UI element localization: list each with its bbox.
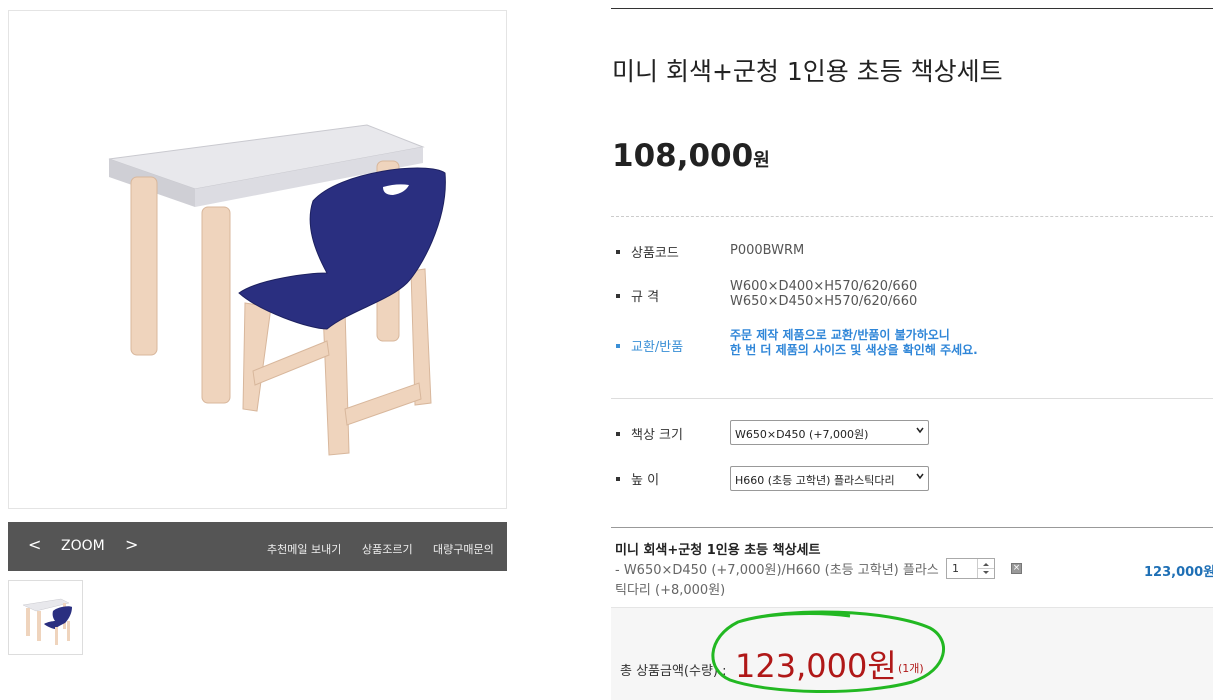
price-number: 108,000 — [612, 138, 754, 174]
bullet-icon — [616, 249, 620, 254]
increase-icon — [983, 563, 989, 566]
price-divider — [611, 216, 1213, 217]
quantity-value: 1 — [952, 562, 959, 575]
main-product-image[interactable] — [8, 10, 507, 509]
spec-value-1: W600×D400×H570/620/660 — [730, 279, 918, 294]
spec-label: 규 격 — [616, 286, 659, 305]
decrease-icon — [983, 571, 989, 574]
thumbnail-image[interactable] — [8, 580, 83, 655]
zoom-toolbar: < ZOOM > 추천메일 보내기 상품조르기 대량구매문의 — [8, 522, 507, 571]
quantity-stepper[interactable]: 1 — [946, 558, 995, 579]
next-image-button[interactable]: > — [125, 536, 138, 554]
product-code-value: P000BWRM — [730, 243, 805, 258]
return-policy-label: 교환/반품 — [616, 336, 683, 355]
height-selected: H660 (초등 고학년) 플라스틱다리 — [735, 474, 895, 487]
return-policy-line-1: 주문 제작 제품으로 교환/반품이 불가하오니 — [730, 328, 950, 342]
height-label: 높 이 — [616, 469, 659, 488]
remove-item-icon[interactable]: × — [1011, 563, 1022, 574]
wishlist-request-link[interactable]: 상품조르기 — [362, 541, 413, 557]
product-price: 108,000원 — [612, 138, 770, 174]
top-divider — [611, 8, 1213, 9]
height-select[interactable]: H660 (초등 고학년) 플라스틱다리 — [730, 466, 929, 491]
options-divider — [611, 527, 1213, 528]
bullet-icon — [616, 293, 620, 298]
chevron-down-icon — [916, 427, 924, 434]
desk-size-label: 책상 크기 — [616, 424, 683, 443]
desk-size-selected: W650×D450 (+7,000원) — [735, 428, 869, 441]
highlight-circle-annotation — [711, 610, 946, 693]
zoom-button[interactable]: ZOOM — [61, 538, 105, 554]
bullet-icon — [616, 343, 620, 348]
selected-item-name: 미니 회색+군청 1인용 초등 책상세트 — [615, 543, 821, 558]
return-policy-line-2: 한 번 더 제품의 사이즈 및 색상을 확인해 주세요. — [730, 343, 978, 357]
prev-image-button[interactable]: < — [28, 536, 41, 554]
price-unit: 원 — [753, 150, 770, 171]
info-divider — [611, 398, 1213, 399]
product-code-label: 상품코드 — [616, 242, 679, 261]
product-title: 미니 회색+군청 1인용 초등 책상세트 — [612, 57, 1003, 86]
desk-size-select[interactable]: W650×D450 (+7,000원) — [730, 420, 929, 445]
bulk-inquiry-link[interactable]: 대량구매문의 — [433, 541, 494, 557]
spec-value-2: W650×D450×H570/620/660 — [730, 294, 918, 309]
desk-illustration — [108, 124, 446, 456]
quantity-arrows[interactable] — [977, 559, 994, 578]
chevron-down-icon — [916, 473, 924, 480]
bullet-icon — [616, 476, 620, 481]
recommend-email-link[interactable]: 추천메일 보내기 — [267, 541, 341, 557]
selected-item-options: - W650×D450 (+7,000원)/H660 (초등 고학년) 플라스틱… — [615, 563, 939, 598]
line-item-price: 123,000원 — [1144, 565, 1213, 580]
bullet-icon — [616, 431, 620, 436]
